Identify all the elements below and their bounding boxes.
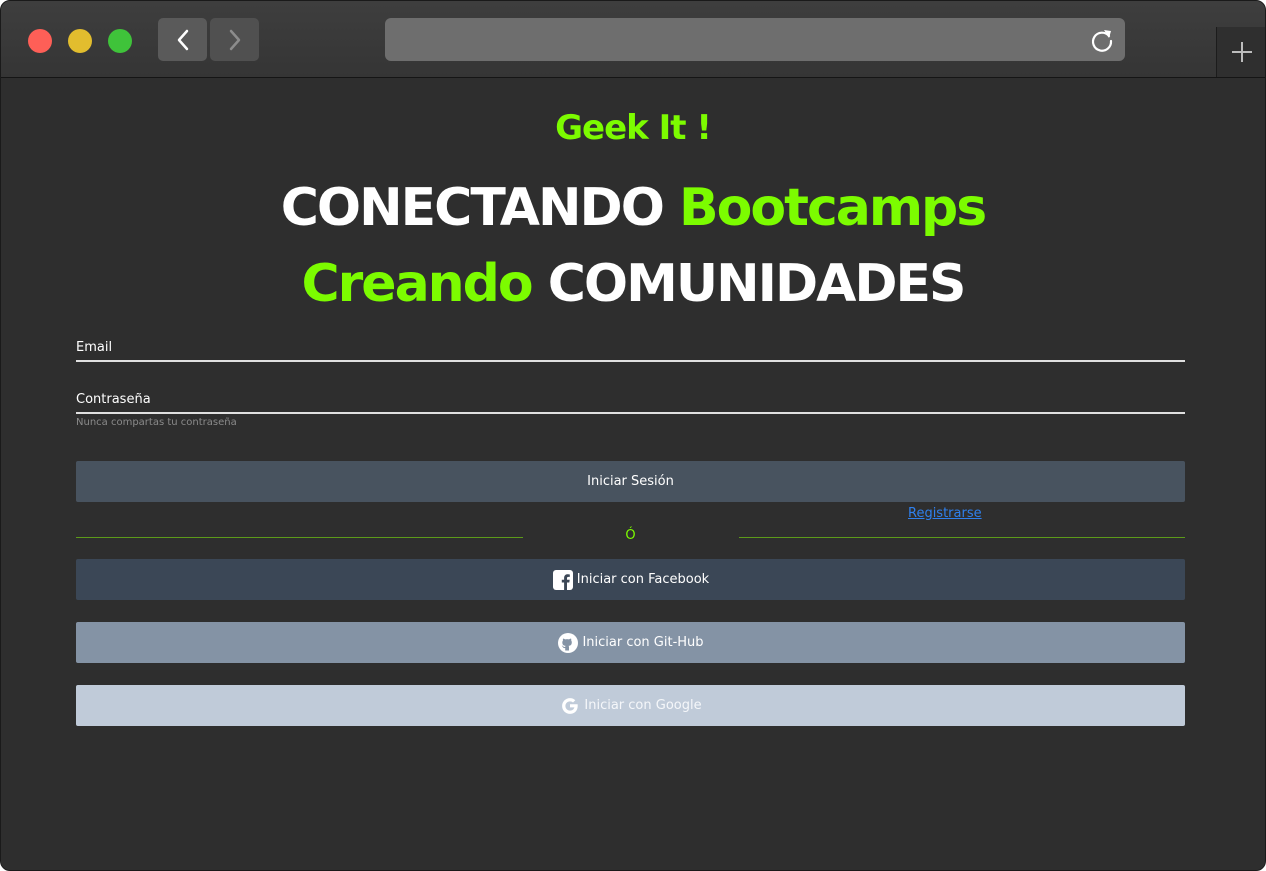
headline-line-2: Creando COMUNIDADES bbox=[1, 254, 1265, 314]
minimize-window-button[interactable] bbox=[68, 29, 92, 53]
google-login-button[interactable]: Iniciar con Google bbox=[76, 685, 1185, 726]
headline-word-highlight: Creando bbox=[301, 254, 534, 314]
divider-line-right bbox=[739, 537, 1185, 538]
divider-text: Ó bbox=[625, 528, 636, 543]
plus-icon bbox=[1231, 42, 1252, 62]
facebook-icon bbox=[552, 569, 574, 591]
maximize-window-button[interactable] bbox=[108, 29, 132, 53]
address-bar[interactable] bbox=[385, 18, 1125, 61]
facebook-login-button[interactable]: Iniciar con Facebook bbox=[76, 559, 1185, 600]
email-field: Email bbox=[76, 340, 1189, 362]
google-login-label: Iniciar con Google bbox=[584, 698, 702, 713]
github-login-label: Iniciar con Git-Hub bbox=[582, 635, 704, 650]
password-hint: Nunca compartas tu contraseña bbox=[76, 417, 237, 428]
password-field: Contraseña bbox=[76, 392, 1189, 414]
browser-toolbar bbox=[1, 1, 1265, 78]
email-input[interactable] bbox=[76, 340, 1189, 362]
chevron-right-icon bbox=[229, 29, 240, 50]
github-icon bbox=[557, 632, 579, 654]
forward-button[interactable] bbox=[210, 18, 259, 61]
page-content: Geek It ! CONECTANDO Bootcamps Creando C… bbox=[1, 78, 1265, 870]
headline-word: CONECTANDO bbox=[280, 178, 665, 238]
facebook-login-label: Iniciar con Facebook bbox=[576, 572, 710, 587]
back-button[interactable] bbox=[158, 18, 207, 61]
google-icon bbox=[559, 695, 581, 717]
reload-icon[interactable] bbox=[1089, 27, 1115, 53]
brand-logo: Geek It ! bbox=[555, 108, 712, 148]
browser-window: Geek It ! CONECTANDO Bootcamps Creando C… bbox=[0, 0, 1266, 871]
headline-line-1: CONECTANDO Bootcamps bbox=[1, 178, 1265, 238]
chevron-left-icon bbox=[177, 29, 188, 50]
github-login-button[interactable]: Iniciar con Git-Hub bbox=[76, 622, 1185, 663]
headline-word: COMUNIDADES bbox=[547, 254, 967, 314]
new-tab-button[interactable] bbox=[1216, 27, 1265, 77]
password-input[interactable] bbox=[76, 392, 1189, 414]
close-window-button[interactable] bbox=[28, 29, 52, 53]
headline-word-highlight: Bootcamps bbox=[679, 178, 987, 238]
login-button[interactable]: Iniciar Sesión bbox=[76, 461, 1185, 502]
register-link[interactable]: Registrarse bbox=[908, 506, 982, 521]
login-button-label: Iniciar Sesión bbox=[587, 474, 674, 489]
